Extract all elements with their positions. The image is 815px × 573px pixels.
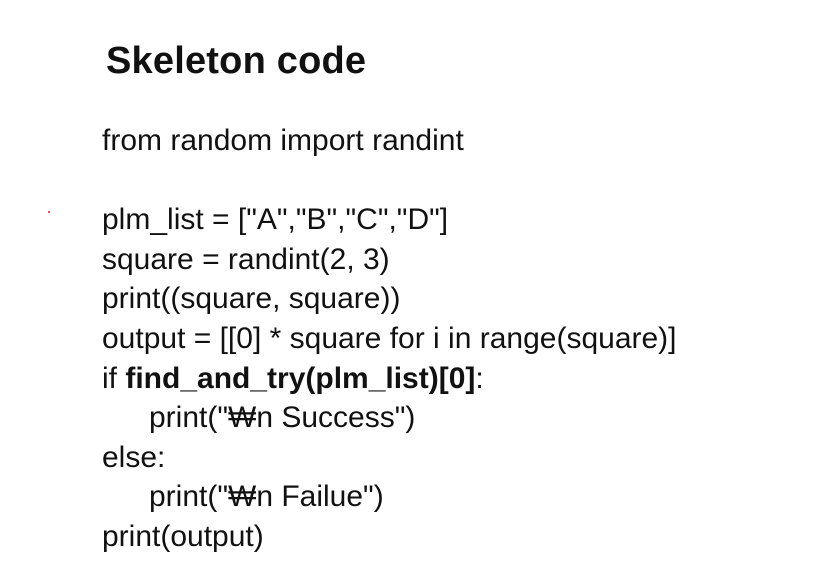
code-line-print-success: print("₩n Success") xyxy=(149,401,416,435)
code-block: from random import randint plm_list = ["… xyxy=(102,121,802,557)
if-keyword: if xyxy=(102,361,126,395)
slide-title: Skeleton code xyxy=(106,40,367,82)
slide: Skeleton code from random import randint… xyxy=(0,0,815,573)
code-line-plm-list: plm_list = ["A","B","C","D"] xyxy=(102,203,449,237)
code-line-import: from random import randint xyxy=(102,124,464,157)
code-line-square: square = randint(2, 3) xyxy=(102,242,390,276)
code-line-print-square: print((square, square)) xyxy=(102,282,401,316)
code-line-else: else: xyxy=(102,440,166,474)
code-line-if: if find_and_try(plm_list)[0]: xyxy=(102,359,802,399)
code-line-print-failue: print("₩n Failue") xyxy=(149,480,384,514)
if-colon: : xyxy=(475,361,484,395)
if-condition: find_and_try(plm_list)[0] xyxy=(125,361,476,395)
code-line-print-output: print(output) xyxy=(102,519,264,553)
code-line-output: output = [[0] * square for i in range(sq… xyxy=(102,321,677,355)
stray-mark xyxy=(48,211,50,213)
